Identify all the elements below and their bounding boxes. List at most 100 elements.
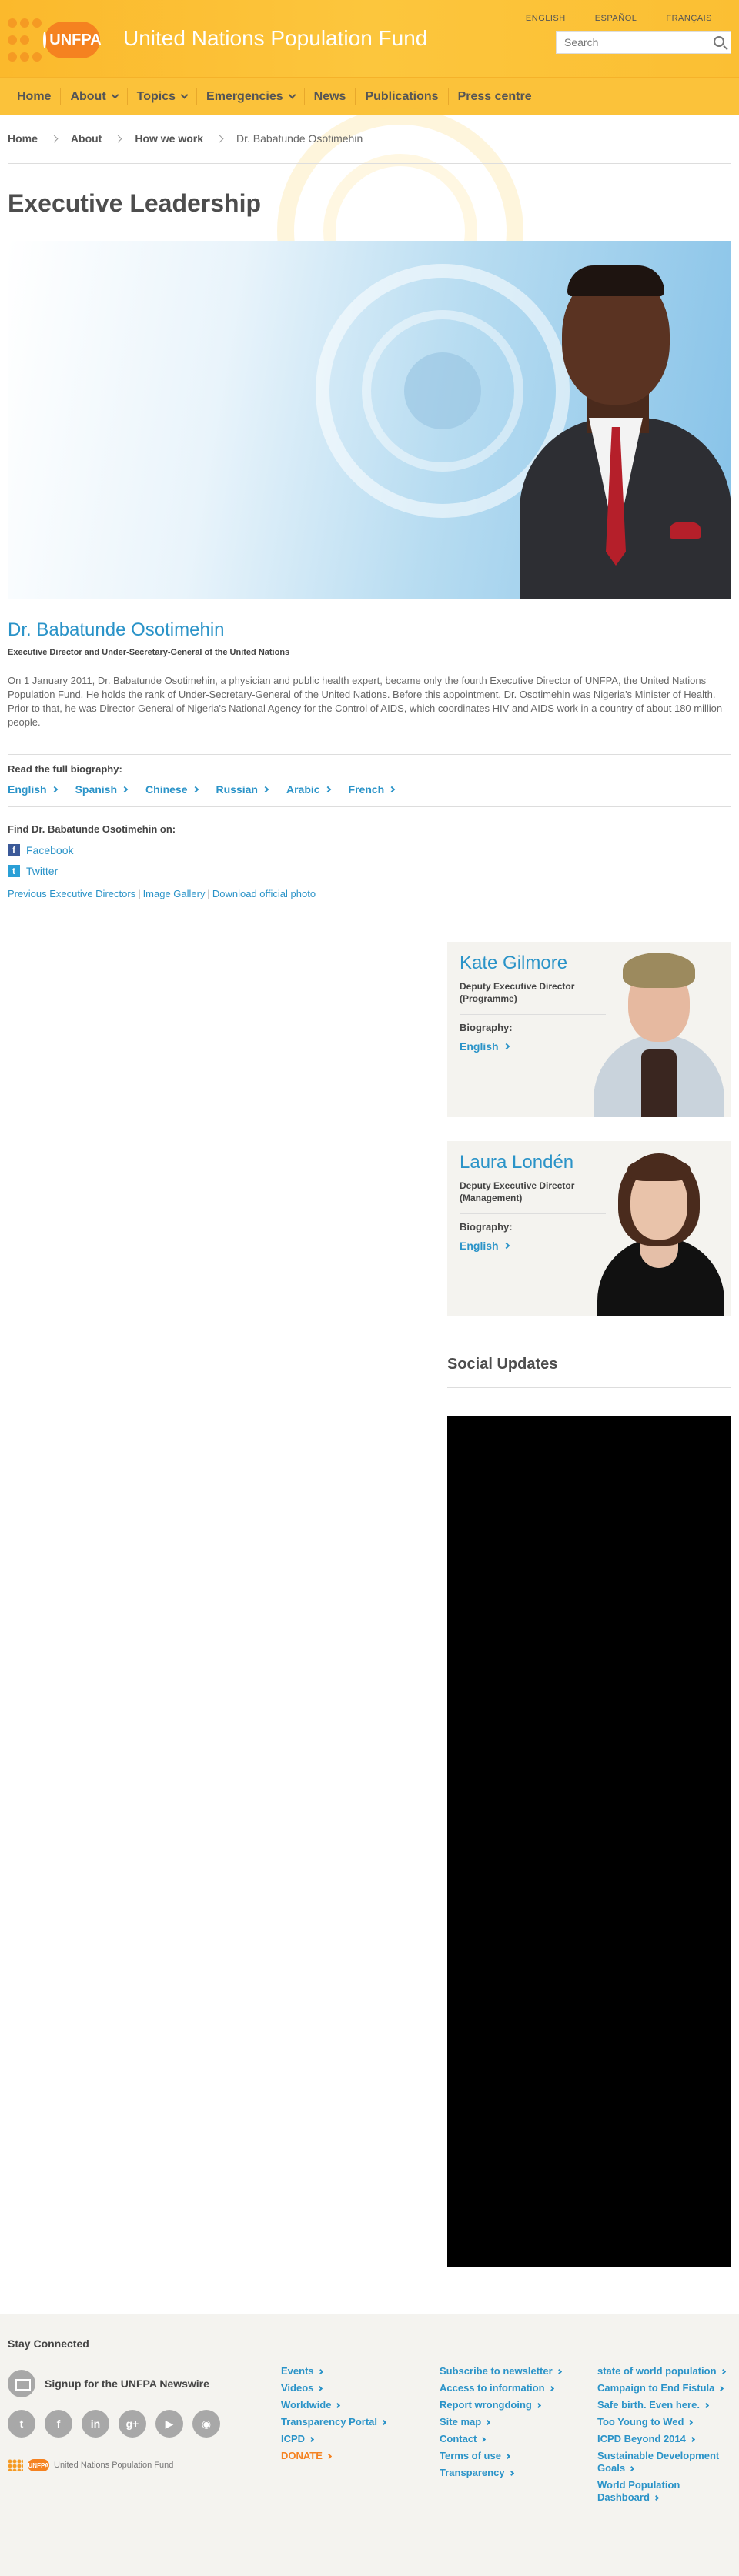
nav-label: Publications [365, 89, 439, 103]
rss-icon[interactable]: ◉ [192, 2410, 220, 2438]
bio-link-spanish[interactable]: Spanish [75, 783, 129, 796]
logo-badge: UNFPA [43, 22, 102, 58]
unfpa-logo[interactable]: UNFPA [8, 15, 102, 65]
breadcrumb-home[interactable]: Home [8, 132, 38, 145]
biography-language-links: English Spanish Chinese Russian Arabic F… [8, 783, 396, 796]
footer-link[interactable]: Site map [440, 2416, 561, 2428]
nav-news[interactable]: News [305, 88, 356, 105]
logo-dots-icon [8, 18, 42, 62]
bio-link-russian[interactable]: Russian [216, 783, 269, 796]
site-name[interactable]: United Nations Population Fund [123, 26, 427, 51]
bio-link-french[interactable]: French [349, 783, 396, 796]
envelope-icon [8, 2370, 35, 2397]
footer-link[interactable]: Videos [281, 2382, 386, 2394]
footer-link[interactable]: Contact [440, 2433, 561, 2445]
read-full-biography-label: Read the full biography: [8, 763, 122, 775]
lang-francais[interactable]: FRANÇAIS [666, 14, 712, 23]
hero-photo [8, 241, 731, 599]
footer-link[interactable]: Worldwide [281, 2399, 386, 2411]
footer-link[interactable]: Access to information [440, 2382, 561, 2394]
nav-label: About [70, 89, 106, 103]
chevron-right-icon [114, 135, 122, 142]
link-label: English [460, 1240, 499, 1252]
nav-label: Topics [136, 89, 176, 103]
footer-logo-text: United Nations Population Fund [54, 2461, 174, 2470]
site-header: UNFPA United Nations Population Fund ENG… [0, 0, 739, 77]
social-feed-embed[interactable] [447, 1416, 731, 2267]
chevron-right-icon [192, 786, 199, 793]
deputy-bio-link-english[interactable]: English [460, 1240, 510, 1252]
breadcrumb-how-we-work[interactable]: How we work [135, 132, 203, 145]
leader-name: Dr. Babatunde Osotimehin [8, 619, 225, 640]
footer-link[interactable]: ICPD Beyond 2014 [597, 2433, 728, 2445]
bio-link-english[interactable]: English [8, 783, 58, 796]
facebook-icon[interactable]: f [45, 2410, 72, 2438]
nav-about[interactable]: About [61, 88, 128, 105]
footer-link[interactable]: Transparency Portal [281, 2416, 387, 2428]
search-box [556, 31, 731, 54]
twitter-icon[interactable]: t [8, 2410, 35, 2438]
chevron-down-icon [180, 91, 189, 99]
divider [8, 754, 731, 755]
bio-link-chinese[interactable]: Chinese [145, 783, 199, 796]
chevron-down-icon [111, 91, 119, 99]
main-nav: Home About Topics Emergencies News Publi… [0, 77, 739, 115]
newswire-signup[interactable]: Signup for the UNFPA Newswire [8, 2370, 209, 2397]
facebook-link[interactable]: f Facebook [8, 844, 73, 856]
linkedin-icon[interactable]: in [82, 2410, 109, 2438]
twitter-label: Twitter [26, 865, 59, 877]
divider [8, 163, 731, 164]
social-updates-title: Social Updates [447, 1356, 558, 1373]
footer-social-icons: t f in g+ ▶ ◉ [8, 2410, 220, 2438]
search-input[interactable] [557, 32, 703, 53]
divider [8, 806, 731, 807]
bio-link-arabic[interactable]: Arabic [286, 783, 331, 796]
donate-link[interactable]: DONATE [281, 2450, 386, 2462]
link-label: Chinese [145, 783, 188, 796]
image-gallery-link[interactable]: Image Gallery [143, 888, 206, 899]
footer-link[interactable]: Sustainable Development Goals [597, 2450, 728, 2474]
nav-publications[interactable]: Publications [356, 88, 449, 105]
footer-link[interactable]: World Population Dashboard [597, 2479, 728, 2504]
footer-link[interactable]: ICPD [281, 2433, 386, 2445]
nav-topics[interactable]: Topics [128, 88, 198, 105]
divider [447, 1387, 731, 1388]
link-label: English [8, 783, 47, 796]
previous-executive-directors-link[interactable]: Previous Executive Directors [8, 888, 135, 899]
nav-label: Home [17, 89, 52, 103]
link-label: English [460, 1040, 499, 1053]
chevron-right-icon [324, 786, 331, 793]
chevron-right-icon [503, 1242, 510, 1250]
footer-link[interactable]: Subscribe to newsletter [440, 2365, 562, 2377]
footer-link[interactable]: state of world population [597, 2365, 728, 2377]
footer-logo[interactable]: UNFPA United Nations Population Fund [8, 2459, 173, 2471]
nav-emergencies[interactable]: Emergencies [197, 88, 305, 105]
logo-text: UNFPA [49, 31, 102, 48]
chevron-right-icon [51, 786, 58, 793]
youtube-icon[interactable]: ▶ [155, 2410, 183, 2438]
footer-link[interactable]: Report wrongdoing [440, 2399, 561, 2411]
footer-link[interactable]: Too Young to Wed [597, 2416, 728, 2428]
nav-press-centre[interactable]: Press centre [449, 88, 541, 105]
divider [460, 1213, 606, 1214]
chevron-right-icon [121, 786, 129, 793]
biography-label: Biography: [460, 1221, 513, 1233]
breadcrumb-about[interactable]: About [71, 132, 102, 145]
footer-link[interactable]: Transparency [440, 2467, 561, 2479]
lang-english[interactable]: ENGLISH [526, 14, 566, 23]
page-title: Executive Leadership [8, 189, 262, 217]
footer-link[interactable]: Campaign to End Fistula [597, 2382, 728, 2394]
footer-link[interactable]: Safe birth. Even here. [597, 2399, 728, 2411]
footer-link[interactable]: Events [281, 2365, 386, 2377]
googleplus-icon[interactable]: g+ [119, 2410, 146, 2438]
download-photo-link[interactable]: Download official photo [212, 888, 316, 899]
nav-home[interactable]: Home [8, 88, 62, 105]
logo-dots-icon [8, 2459, 23, 2471]
deputy-bio-link-english[interactable]: English [460, 1040, 510, 1053]
separator: | [138, 888, 141, 899]
footer-links-col-3: state of world population Campaign to En… [597, 2365, 728, 2504]
search-icon[interactable] [714, 36, 724, 47]
lang-espanol[interactable]: ESPAÑOL [595, 14, 637, 23]
twitter-link[interactable]: t Twitter [8, 865, 58, 877]
footer-link[interactable]: Terms of use [440, 2450, 561, 2462]
